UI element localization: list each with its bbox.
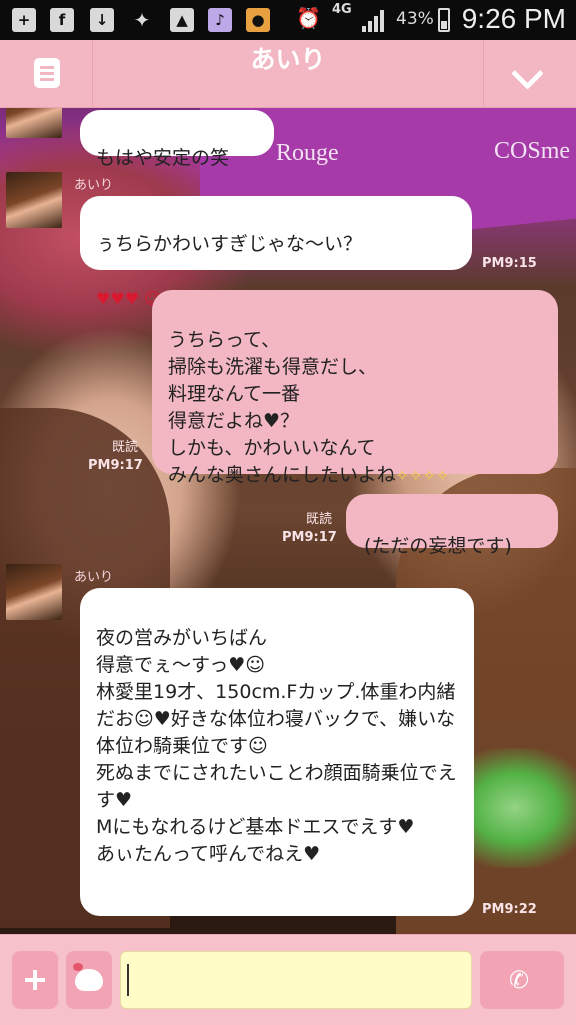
battery-percent: 43%	[396, 9, 434, 29]
input-bar: ✆	[0, 934, 576, 1025]
call-button[interactable]: ✆	[480, 951, 564, 1009]
menu-button[interactable]	[0, 40, 93, 107]
sticker-icon	[73, 963, 103, 991]
add-attachment-button[interactable]	[12, 951, 58, 1009]
chat-title: あいり	[250, 45, 326, 74]
facebook-icon: f	[50, 8, 74, 32]
network-type: 4G	[332, 2, 352, 17]
message-time: PM9:22	[482, 902, 537, 917]
message-bubble-outgoing[interactable]: うちらって、 掃除も洗濯も得意だし、 料理なんて一番 得意だよね♥？ しかも、か…	[152, 290, 558, 486]
message-bubble-incoming[interactable]: もはや安定の笑	[80, 110, 274, 169]
read-receipt: 既読	[306, 512, 333, 527]
message-text: (ただの妄想です)	[364, 534, 512, 557]
message-time: PM9:15	[482, 256, 537, 271]
message-bubble-outgoing[interactable]: (ただの妄想です)	[346, 494, 558, 557]
background-photo-text: Rouge	[276, 140, 339, 166]
message-bubble-incoming[interactable]: ぅちらかわいすぎじゃな〜い？ ♥♥♥ ☺	[80, 196, 472, 308]
expand-button[interactable]	[483, 40, 576, 107]
sender-name: あいり	[74, 570, 114, 585]
twitter-icon: ✦	[133, 8, 151, 32]
add-icon: +	[12, 8, 36, 32]
alarm-icon: ⏰	[296, 6, 321, 30]
sender-name: あいり	[74, 178, 114, 193]
avatar[interactable]	[6, 108, 62, 138]
avatar[interactable]	[6, 172, 62, 228]
gallery-icon: ▲	[170, 8, 194, 32]
download-icon: ↓	[90, 8, 114, 32]
message-time: PM9:17	[282, 530, 337, 545]
message-bubble-incoming[interactable]: 夜の営みがいちばん 得意でぇ〜すっ♥☺ 林愛里19才、150cm.Fカップ.体重…	[80, 588, 474, 916]
avatar[interactable]	[6, 564, 62, 620]
status-bar: + f ↓ ✦ ▲ ♪ ● ⏰ 4G 43% 9:26 PM	[0, 0, 576, 40]
phone-icon: ✆	[509, 966, 530, 994]
bow-icon	[73, 963, 83, 971]
message-text: 夜の営みがいちばん 得意でぇ〜すっ♥☺ 林愛里19才、150cm.Fカップ.体重…	[96, 626, 457, 865]
app-icon: ●	[246, 8, 270, 32]
message-text: ぅちらかわいすぎじゃな〜い？	[96, 232, 363, 255]
emoji-sticker: ♥♥♥ ☺	[96, 288, 161, 308]
clock: 9:26 PM	[461, 3, 566, 34]
message-time: PM9:17	[88, 458, 143, 473]
signal-icon	[362, 10, 386, 32]
sticker-button[interactable]	[66, 951, 112, 1009]
music-icon: ♪	[208, 8, 232, 32]
text-caret	[127, 964, 129, 996]
message-input[interactable]	[120, 951, 472, 1009]
read-receipt: 既読	[112, 440, 139, 455]
chat-header: あいり	[0, 40, 576, 108]
plus-icon	[33, 970, 37, 990]
chevron-down-icon	[511, 57, 544, 90]
message-text: もはや安定の笑	[96, 146, 230, 169]
chat-area[interactable]: Rouge COSme もはや安定の笑 あいり ぅちらかわいすぎじゃな〜い？ ♥…	[0, 108, 576, 934]
message-text: うちらって、 掃除も洗濯も得意だし、 料理なんて一番 得意だよね♥？ しかも、か…	[168, 328, 396, 486]
background-photo-text: COSme	[494, 138, 571, 164]
battery-icon	[438, 8, 450, 32]
menu-icon	[34, 58, 60, 88]
emoji-sticker: ✧✧✧✧	[395, 465, 450, 485]
